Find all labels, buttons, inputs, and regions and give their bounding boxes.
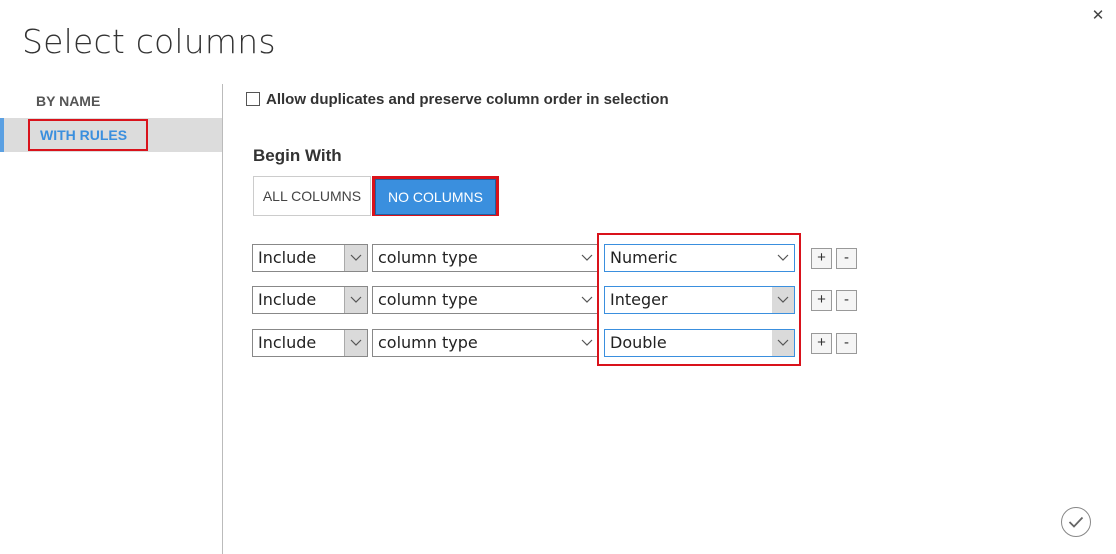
chevron-down-icon: [576, 245, 598, 271]
close-icon[interactable]: ✕: [1090, 8, 1106, 24]
chevron-down-icon: [576, 287, 598, 313]
sidebar-item-label: WITH RULES: [28, 119, 148, 151]
chevron-down-icon: [576, 330, 598, 356]
allow-duplicates-checkbox[interactable]: [246, 92, 260, 106]
criterion-select-value: column type: [378, 290, 478, 309]
chevron-down-icon: [772, 245, 794, 271]
remove-rule-button[interactable]: -: [836, 290, 857, 311]
sidebar-divider: [222, 84, 223, 554]
value-select-value: Numeric: [610, 248, 678, 267]
value-select-value: Double: [610, 333, 667, 352]
add-rule-button[interactable]: +: [811, 333, 832, 354]
add-rule-button[interactable]: +: [811, 248, 832, 269]
criterion-select-value: column type: [378, 248, 478, 267]
value-select[interactable]: Double: [604, 329, 795, 357]
remove-rule-button[interactable]: -: [836, 248, 857, 269]
begin-with-title: Begin With: [253, 146, 342, 165]
chevron-down-icon: [772, 287, 794, 313]
chevron-down-icon: [344, 330, 367, 356]
include-select[interactable]: Include: [252, 329, 368, 357]
dialog-title: Select columns: [22, 22, 276, 61]
include-select[interactable]: Include: [252, 244, 368, 272]
allow-duplicates-option[interactable]: Allow duplicates and preserve column ord…: [246, 88, 669, 110]
criterion-select[interactable]: column type: [372, 329, 599, 357]
include-select-value: Include: [258, 248, 317, 267]
value-select[interactable]: Numeric: [604, 244, 795, 272]
include-select-value: Include: [258, 290, 317, 309]
remove-rule-button[interactable]: -: [836, 333, 857, 354]
criterion-select[interactable]: column type: [372, 244, 599, 272]
chevron-down-icon: [772, 330, 794, 356]
include-select[interactable]: Include: [252, 286, 368, 314]
all-columns-button[interactable]: ALL COLUMNS: [253, 176, 371, 216]
add-rule-button[interactable]: +: [811, 290, 832, 311]
value-select[interactable]: Integer: [604, 286, 795, 314]
chevron-down-icon: [344, 245, 367, 271]
include-select-value: Include: [258, 333, 317, 352]
chevron-down-icon: [344, 287, 367, 313]
sidebar-item-with-rules[interactable]: WITH RULES: [0, 118, 222, 152]
criterion-select-value: column type: [378, 333, 478, 352]
no-columns-label: NO COLUMNS: [375, 179, 496, 215]
checkmark-icon[interactable]: [1061, 507, 1091, 537]
no-columns-button[interactable]: NO COLUMNS: [372, 176, 499, 216]
allow-duplicates-label: Allow duplicates and preserve column ord…: [266, 90, 669, 108]
value-select-value: Integer: [610, 290, 668, 309]
sidebar-item-by-name[interactable]: BY NAME: [0, 84, 222, 118]
criterion-select[interactable]: column type: [372, 286, 599, 314]
